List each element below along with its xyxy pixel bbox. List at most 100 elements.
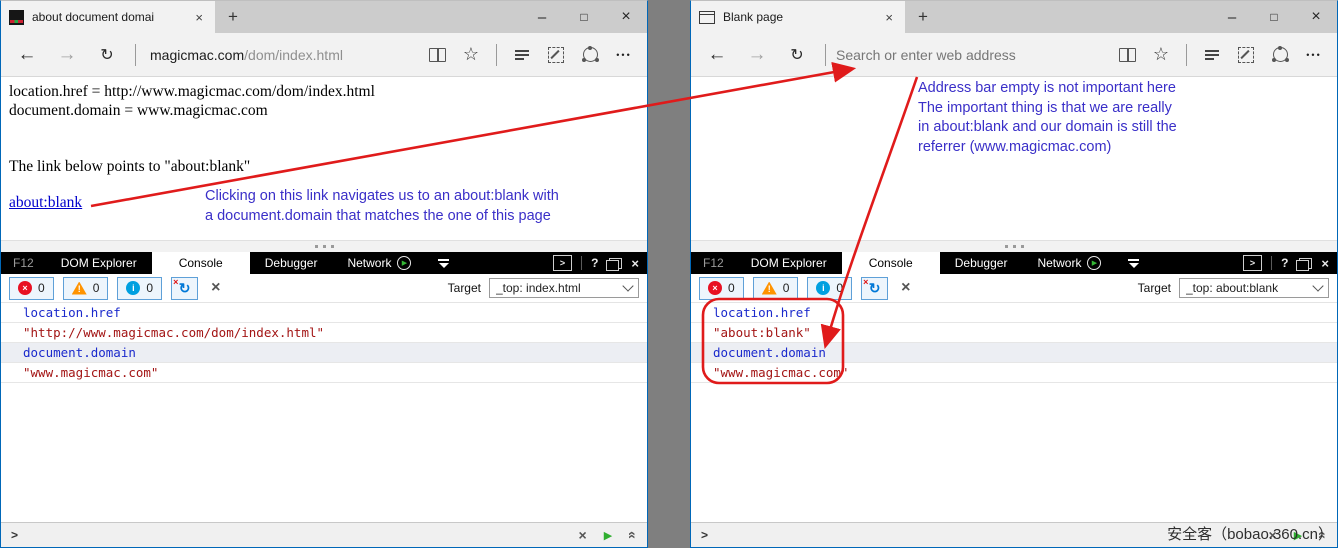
favorites-button[interactable]: ☆	[454, 44, 488, 65]
filter-menu-icon[interactable]	[1116, 252, 1151, 274]
tab-debugger[interactable]: Debugger	[250, 252, 333, 274]
page-text-link-intro: The link below points to "about:blank"	[9, 158, 250, 176]
help-icon[interactable]: ?	[1281, 256, 1288, 270]
favorites-button[interactable]: ☆	[1144, 44, 1178, 65]
minimize-button[interactable]: –	[1211, 1, 1253, 33]
undock-icon[interactable]	[1299, 258, 1312, 269]
page-text-location-href: location.href = http://www.magicmac.com/…	[9, 83, 375, 101]
console-prompt[interactable]: >	[11, 528, 18, 542]
share-button[interactable]	[1263, 47, 1297, 62]
clear-console-icon[interactable]: ×	[901, 279, 910, 297]
more-actions-button[interactable]: •••	[607, 50, 641, 60]
clear-console-icon[interactable]: ×	[211, 279, 220, 297]
address-search-input[interactable]	[834, 46, 1110, 64]
share-button[interactable]	[573, 47, 607, 62]
web-note-button[interactable]	[539, 47, 573, 63]
tab-close-icon[interactable]: ×	[881, 10, 897, 25]
clear-on-navigate-icon: ↻	[179, 281, 191, 295]
run-icon[interactable]: ▶	[604, 529, 612, 542]
tab-title: Blank page	[723, 10, 873, 24]
tab-bar: about document domai × + – □ ×	[1, 1, 647, 33]
target-selector: Target _top: index.html	[448, 278, 639, 298]
devtools-splitter[interactable]	[1, 240, 647, 252]
tab-dom-explorer[interactable]: DOM Explorer	[46, 252, 152, 274]
reading-view-button[interactable]	[420, 48, 454, 62]
warning-filter-button[interactable]: ! 0	[63, 277, 109, 300]
info-filter-button[interactable]: i 0	[807, 277, 852, 300]
error-icon: ×	[708, 281, 722, 295]
tab-close-icon[interactable]: ×	[191, 10, 207, 25]
close-button[interactable]: ×	[1295, 1, 1337, 33]
hub-button[interactable]	[505, 50, 539, 60]
address-path: /dom/index.html	[244, 47, 343, 63]
reading-view-button[interactable]	[1110, 48, 1144, 62]
network-recording-icon: ▶	[1087, 256, 1101, 270]
undock-icon[interactable]	[609, 258, 622, 269]
target-dropdown[interactable]: _top: about:blank	[1179, 278, 1329, 298]
new-tab-button[interactable]: +	[215, 1, 251, 33]
show-console-icon[interactable]: >	[1243, 255, 1262, 271]
error-filter-button[interactable]: × 0	[699, 277, 744, 300]
browser-toolbar: ← → ↻ ☆ •••	[691, 33, 1337, 77]
back-icon[interactable]: ←	[697, 44, 737, 66]
toolbar-separator	[135, 44, 136, 66]
clear-on-navigate-button[interactable]: ↻ ×	[171, 277, 198, 300]
devtools-close-icon[interactable]: ×	[631, 256, 639, 271]
web-note-button[interactable]	[1229, 47, 1263, 63]
annotation-line: Clicking on this link navigates us to an…	[205, 187, 559, 207]
error-filter-button[interactable]: × 0	[9, 277, 54, 300]
error-count: 0	[38, 281, 45, 295]
minimize-button[interactable]: –	[521, 1, 563, 33]
warning-filter-button[interactable]: ! 0	[753, 277, 799, 300]
more-actions-button[interactable]: •••	[1297, 50, 1331, 60]
refresh-icon[interactable]: ↻	[777, 45, 817, 65]
chevron-down-icon	[622, 280, 633, 291]
filter-menu-icon[interactable]	[426, 252, 461, 274]
devtools-window-buttons: > ? ×	[1243, 252, 1337, 274]
tab-network[interactable]: Network ▶	[332, 252, 426, 274]
target-value: _top: index.html	[496, 281, 624, 295]
maximize-button[interactable]: □	[563, 1, 605, 33]
toolbar-separator	[825, 44, 826, 66]
forward-icon: →	[737, 44, 777, 66]
console-input-bar[interactable]: > × ▶ «	[1, 522, 647, 547]
tab-network-label: Network	[1037, 256, 1081, 270]
maximize-button[interactable]: □	[1253, 1, 1295, 33]
refresh-icon[interactable]: ↻	[87, 45, 127, 65]
console-prompt[interactable]: >	[701, 528, 708, 542]
page-content: Address bar empty is not important here …	[691, 77, 1337, 240]
clear-input-icon[interactable]: ×	[579, 527, 587, 543]
console-row: document.domain	[1, 343, 647, 363]
devtools-tab-bar: F12 DOM Explorer Console Debugger Networ…	[691, 252, 1337, 274]
tab-blank-page[interactable]: Blank page ×	[691, 1, 905, 33]
help-icon[interactable]: ?	[591, 256, 598, 270]
about-blank-link[interactable]: about:blank	[9, 194, 82, 212]
tab-about-document-domain[interactable]: about document domai ×	[1, 1, 215, 33]
f12-label: F12	[1, 252, 46, 274]
expand-input-icon[interactable]: «	[625, 531, 641, 539]
console-toolbar: × 0 ! 0 i 0 ↻ × × Target _top: about:bla…	[691, 274, 1337, 303]
tab-debugger[interactable]: Debugger	[940, 252, 1023, 274]
info-count: 0	[146, 281, 153, 295]
close-button[interactable]: ×	[605, 1, 647, 33]
hub-icon	[1205, 50, 1219, 60]
f12-label: F12	[691, 252, 736, 274]
devtools-splitter[interactable]	[691, 240, 1337, 252]
tab-dom-explorer[interactable]: DOM Explorer	[736, 252, 842, 274]
tab-console[interactable]: Console	[152, 252, 250, 274]
address-bar[interactable]: magicmac.com/dom/index.html	[144, 47, 420, 63]
target-dropdown[interactable]: _top: index.html	[489, 278, 639, 298]
clear-on-navigate-button[interactable]: ↻ ×	[861, 277, 888, 300]
back-icon[interactable]: ←	[7, 44, 47, 66]
tab-console[interactable]: Console	[842, 252, 940, 274]
show-console-icon[interactable]: >	[553, 255, 572, 271]
devtools-close-icon[interactable]: ×	[1321, 256, 1329, 271]
hub-icon	[515, 50, 529, 60]
hub-button[interactable]	[1195, 50, 1229, 60]
console-row: "http://www.magicmac.com/dom/index.html"	[1, 323, 647, 343]
info-icon: i	[126, 281, 140, 295]
new-tab-button[interactable]: +	[905, 1, 941, 33]
watermark: 安全客（bobao.360.cn）	[1167, 523, 1333, 544]
info-filter-button[interactable]: i 0	[117, 277, 162, 300]
tab-network[interactable]: Network ▶	[1022, 252, 1116, 274]
